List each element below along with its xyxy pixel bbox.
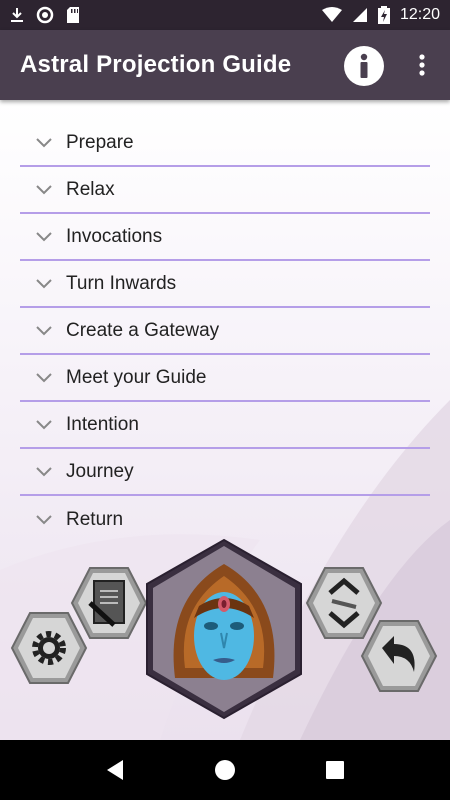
list-item-label: Return bbox=[66, 508, 124, 530]
status-time: 12:20 bbox=[399, 6, 440, 23]
notepad-pencil-icon bbox=[88, 580, 125, 627]
list-item-meet-guide[interactable]: Meet your Guide bbox=[20, 355, 430, 402]
home-circle-icon[interactable] bbox=[214, 759, 236, 781]
list-item-invocations[interactable]: Invocations bbox=[20, 214, 430, 261]
notes-button[interactable] bbox=[70, 565, 148, 646]
list-item-label: Relax bbox=[66, 178, 115, 200]
list-item-label: Journey bbox=[66, 460, 134, 482]
sync-icon bbox=[36, 6, 54, 24]
chevron-down-icon bbox=[36, 231, 52, 241]
battery-icon bbox=[377, 6, 390, 24]
sd-card-icon bbox=[67, 7, 79, 23]
list-item-relax[interactable]: Relax bbox=[20, 167, 430, 214]
list-item-create-gateway[interactable]: Create a Gateway bbox=[20, 308, 430, 355]
list-item-prepare[interactable]: Prepare bbox=[20, 120, 430, 167]
signal-icon bbox=[352, 8, 367, 22]
recents-square-icon[interactable] bbox=[325, 760, 345, 780]
app-title: Astral Projection Guide bbox=[20, 51, 292, 78]
chevron-down-icon bbox=[36, 278, 52, 288]
chevron-down-icon bbox=[36, 325, 52, 335]
overflow-menu-button[interactable] bbox=[410, 50, 434, 80]
list-item-label: Intention bbox=[66, 413, 139, 435]
list-item-journey[interactable]: Journey bbox=[20, 449, 430, 496]
chevron-down-icon bbox=[36, 466, 52, 476]
list-item-label: Turn Inwards bbox=[66, 272, 177, 294]
wifi-icon bbox=[321, 7, 342, 22]
list-item-label: Meet your Guide bbox=[66, 366, 207, 388]
more-vert-icon bbox=[419, 54, 425, 76]
list-item-return[interactable]: Return bbox=[20, 496, 430, 543]
chevron-down-icon bbox=[36, 514, 52, 524]
app-bar: Astral Projection Guide bbox=[0, 30, 450, 100]
info-icon bbox=[360, 53, 368, 78]
status-bar: 12:20 bbox=[0, 0, 450, 30]
guide-avatar[interactable] bbox=[145, 538, 303, 725]
back-triangle-icon[interactable] bbox=[105, 759, 125, 781]
list-item-intention[interactable]: Intention bbox=[20, 402, 430, 449]
chevron-down-icon bbox=[36, 419, 52, 429]
info-button[interactable] bbox=[344, 46, 384, 86]
list-item-label: Prepare bbox=[66, 131, 134, 153]
list-item-label: Invocations bbox=[66, 225, 163, 247]
main-content: Prepare Relax Invocations Turn Inwards C… bbox=[0, 100, 450, 740]
list-item-label: Create a Gateway bbox=[66, 319, 220, 341]
section-list: Prepare Relax Invocations Turn Inwards C… bbox=[20, 120, 430, 543]
chevron-down-icon bbox=[36, 184, 52, 194]
system-nav-bar bbox=[0, 740, 450, 800]
chevron-down-icon bbox=[36, 372, 52, 382]
undo-button[interactable] bbox=[360, 618, 438, 699]
download-icon bbox=[11, 8, 23, 22]
chevron-down-icon bbox=[36, 137, 52, 147]
list-item-turn-inwards[interactable]: Turn Inwards bbox=[20, 261, 430, 308]
